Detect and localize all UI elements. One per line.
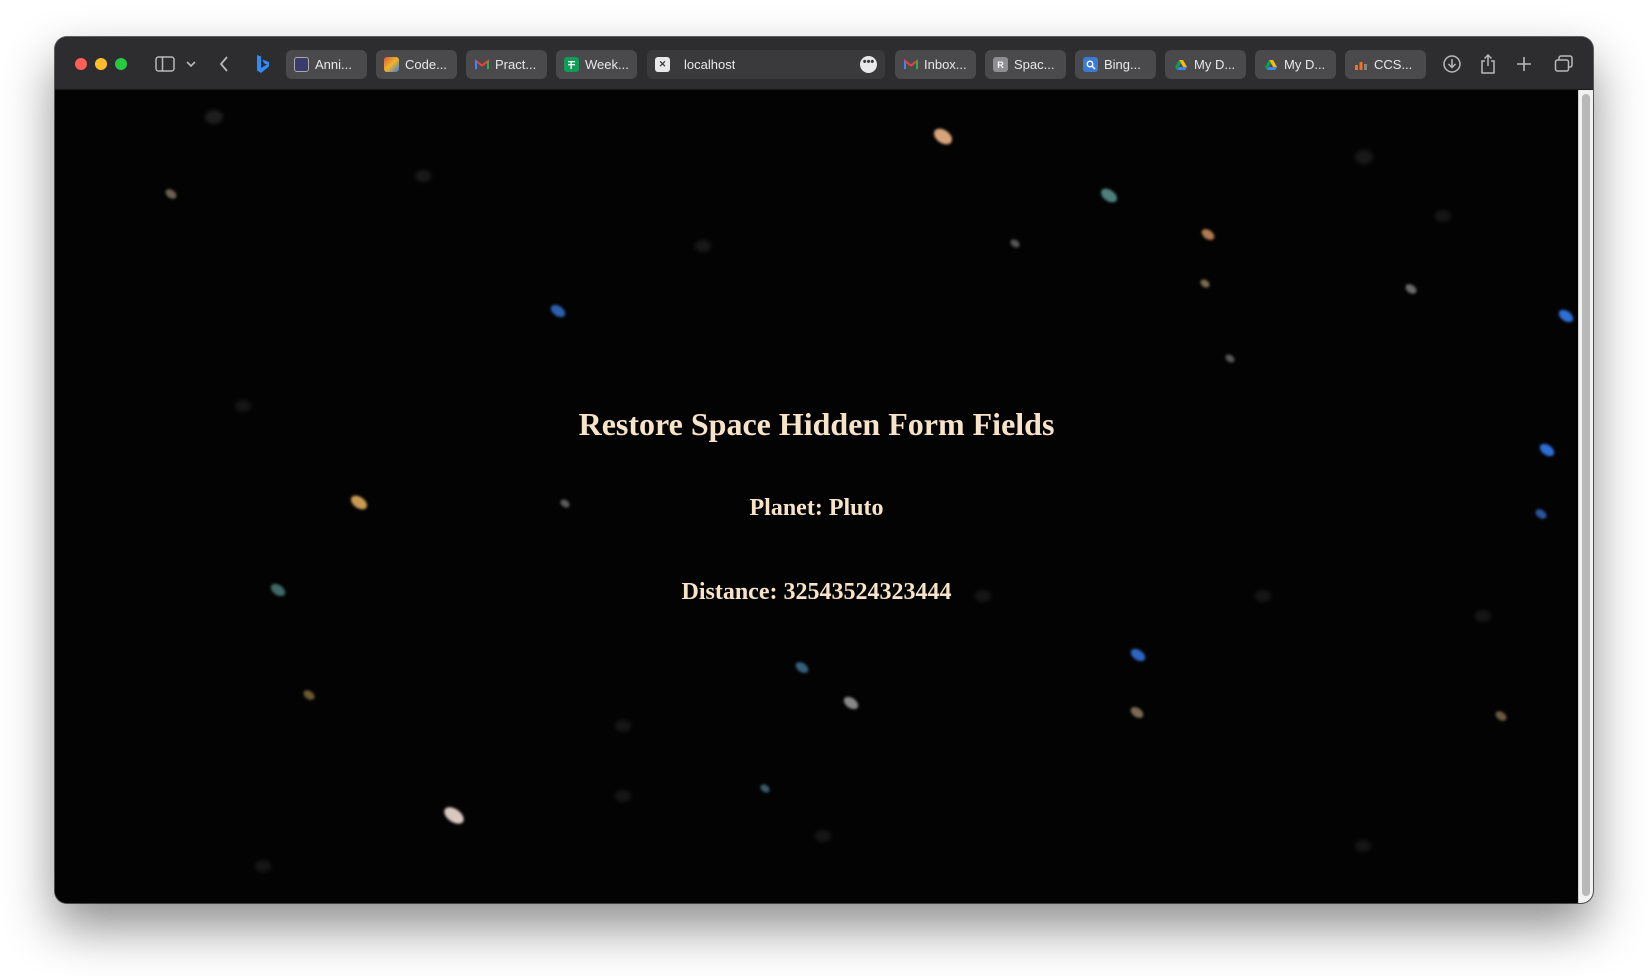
chevron-down-icon[interactable] (182, 51, 200, 77)
star (793, 659, 811, 676)
browser-toolbar: Anni... Code... Pract... Week... ✕ local… (55, 37, 1593, 90)
star (758, 782, 772, 795)
tab-overview-icon[interactable] (1554, 51, 1576, 77)
dust (1355, 840, 1371, 852)
tab-label: Code... (405, 57, 447, 72)
tab-localhost[interactable]: ✕ localhost ••• (647, 50, 885, 79)
tab-label: Inbox... (924, 57, 967, 72)
dust (615, 720, 631, 732)
tab-9[interactable]: My D... (1165, 50, 1246, 79)
star (1008, 237, 1022, 250)
search-icon (1083, 57, 1098, 72)
star (301, 688, 317, 702)
dust (255, 860, 271, 872)
star (1198, 277, 1212, 290)
tab-3[interactable]: Pract... (466, 50, 547, 79)
tab-label: localhost (684, 57, 736, 72)
google-drive-icon (1263, 57, 1278, 72)
tab-4[interactable]: Week... (556, 50, 637, 79)
tab-label: Pract... (495, 57, 537, 72)
tab-label: Week... (585, 57, 629, 72)
back-arrow-icon[interactable] (213, 51, 235, 77)
page-content: Restore Space Hidden Form Fields Planet:… (55, 90, 1578, 903)
tab-10[interactable]: My D... (1255, 50, 1336, 79)
close-window-button[interactable] (75, 58, 87, 70)
tab-label: Bing... (1104, 57, 1141, 72)
sidebar-toggle-icon[interactable] (152, 51, 178, 77)
star (1128, 704, 1146, 721)
dust (415, 170, 431, 182)
ccs-icon (1353, 57, 1368, 72)
star (1223, 352, 1237, 365)
google-drive-icon (1173, 57, 1188, 72)
close-icon[interactable]: ✕ (655, 57, 670, 72)
dust (815, 830, 831, 842)
star (841, 694, 861, 712)
minimize-window-button[interactable] (95, 58, 107, 70)
r-letter-icon: R (993, 57, 1008, 72)
star (548, 302, 568, 320)
bing-logo-icon[interactable] (252, 51, 274, 77)
downloads-icon[interactable] (1442, 51, 1464, 77)
tab-11[interactable]: CCS... (1345, 50, 1426, 79)
sheets-icon (564, 57, 579, 72)
star (163, 187, 179, 201)
dust (205, 110, 223, 124)
codepen-colorful-icon (384, 57, 399, 72)
distance-label: Distance: 32543524323444 (681, 579, 952, 605)
tab-label: Spac... (1014, 57, 1055, 72)
page-title: Restore Space Hidden Form Fields (578, 406, 1055, 442)
new-tab-plus-icon[interactable] (1516, 51, 1538, 77)
star (1403, 282, 1419, 296)
star (1556, 307, 1576, 325)
vertical-scrollbar[interactable] (1578, 90, 1593, 903)
tab-8[interactable]: Bing... (1075, 50, 1156, 79)
star (1493, 709, 1509, 723)
dust (1355, 150, 1373, 164)
star (441, 803, 467, 828)
tab-1[interactable]: Anni... (286, 50, 367, 79)
more-options-icon[interactable]: ••• (860, 56, 877, 73)
zoom-window-button[interactable] (115, 58, 127, 70)
star (1098, 185, 1120, 206)
star (931, 125, 955, 148)
dust (1435, 210, 1451, 222)
browser-window: Anni... Code... Pract... Week... ✕ local… (55, 37, 1593, 903)
scrollbar-thumb[interactable] (1582, 94, 1590, 896)
star (1537, 441, 1557, 459)
star (1128, 646, 1148, 664)
tab-label: My D... (1194, 57, 1236, 72)
tab-2[interactable]: Code... (376, 50, 457, 79)
tab-label: CCS... (1374, 57, 1413, 72)
tab-6[interactable]: Inbox... (895, 50, 976, 79)
share-icon[interactable] (1479, 51, 1501, 77)
tab-label: Anni... (315, 57, 352, 72)
doc-thumbnail-icon (294, 57, 309, 72)
gmail-icon (903, 57, 918, 72)
planet-label: Planet: Pluto (749, 495, 884, 521)
star (1199, 226, 1217, 243)
gmail-icon (474, 57, 489, 72)
dust (615, 790, 631, 802)
tab-7[interactable]: R Spac... (985, 50, 1066, 79)
dust (695, 240, 711, 252)
dust (1475, 610, 1491, 622)
tab-label: My D... (1284, 57, 1326, 72)
desktop: Anni... Code... Pract... Week... ✕ local… (0, 0, 1648, 976)
